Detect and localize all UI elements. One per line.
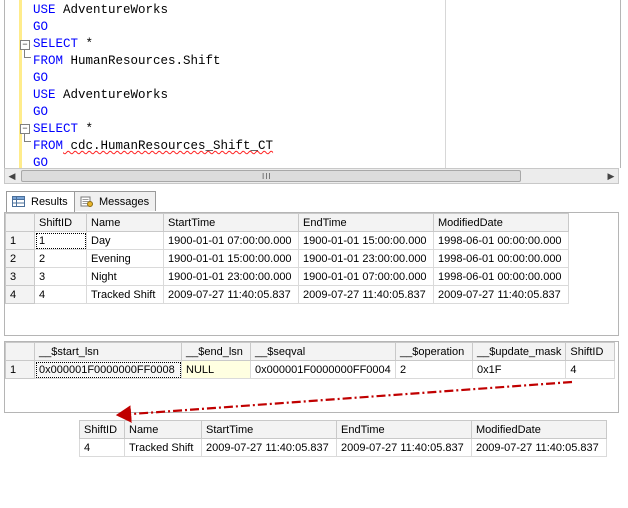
annotation-arrow-icon: [115, 380, 573, 423]
